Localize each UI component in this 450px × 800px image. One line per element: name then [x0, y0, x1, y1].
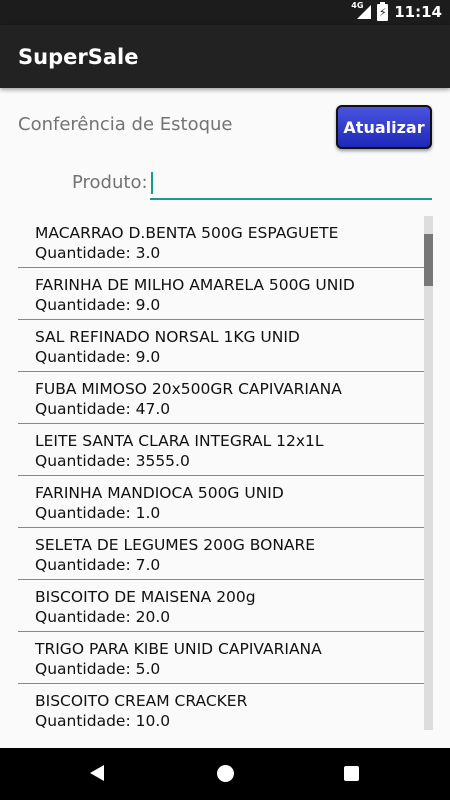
section-title: Conferência de Estoque — [18, 114, 233, 135]
product-name: TRIGO PARA KIBE UNID CAPIVARIANA — [35, 640, 322, 658]
list-item[interactable]: FUBA MIMOSO 20x500GR CAPIVARIANA Quantida… — [18, 372, 432, 424]
home-icon[interactable] — [217, 765, 234, 782]
product-quantity: Quantidade: 10.0 — [35, 712, 171, 730]
status-time: 11:14 — [394, 3, 442, 21]
app-title: SuperSale — [18, 45, 139, 69]
product-quantity: Quantidade: 3.0 — [35, 244, 161, 262]
list-item[interactable]: FARINHA DE MILHO AMARELA 500G UNID Quanti… — [18, 268, 432, 320]
list-item[interactable]: MACARRAO D.BENTA 500G ESPAGUETE Quantidad… — [18, 216, 432, 268]
product-name: BISCOITO DE MAISENA 200g — [35, 588, 256, 606]
product-name: LEITE SANTA CLARA INTEGRAL 12x1L — [35, 432, 324, 450]
refresh-button[interactable]: Atualizar — [336, 105, 432, 149]
product-quantity: Quantidade: 9.0 — [35, 348, 161, 366]
list-item[interactable]: SELETA DE LEGUMES 200G BONARE Quantidade:… — [18, 528, 432, 580]
product-quantity: Quantidade: 47.0 — [35, 400, 171, 418]
app-bar: SuperSale — [0, 25, 450, 88]
recent-apps-icon[interactable] — [344, 766, 359, 781]
product-quantity: Quantidade: 9.0 — [35, 296, 161, 314]
status-icons: 4G ⚡ 11:14 — [351, 1, 442, 21]
status-bar: 4G ⚡ 11:14 — [0, 0, 450, 25]
product-list[interactable]: MACARRAO D.BENTA 500G ESPAGUETE Quantidad… — [18, 216, 432, 730]
scrollbar-thumb[interactable] — [424, 234, 433, 286]
product-name: BISCOITO CREAM CRACKER — [35, 692, 248, 710]
list-item[interactable]: BISCOITO DE MAISENA 200g Quantidade: 20.0 — [18, 580, 432, 632]
product-quantity: Quantidade: 20.0 — [35, 608, 171, 626]
product-name: FARINHA DE MILHO AMARELA 500G UNID — [35, 276, 355, 294]
list-item[interactable]: TRIGO PARA KIBE UNID CAPIVARIANA Quantida… — [18, 632, 432, 684]
battery-charging-icon: ⚡ — [377, 1, 389, 21]
product-quantity: Quantidade: 5.0 — [35, 660, 161, 678]
product-name: FARINHA MANDIOCA 500G UNID — [35, 484, 284, 502]
product-quantity: Quantidade: 7.0 — [35, 556, 161, 574]
list-item[interactable]: LEITE SANTA CLARA INTEGRAL 12x1L Quantida… — [18, 424, 432, 476]
text-cursor — [151, 172, 153, 194]
back-icon[interactable] — [90, 765, 104, 781]
product-label: Produto: — [72, 172, 148, 193]
product-name: SAL REFINADO NORSAL 1KG UNID — [35, 328, 300, 346]
product-name: SELETA DE LEGUMES 200G BONARE — [35, 536, 316, 554]
signal-icon: 4G — [351, 1, 372, 20]
list-item[interactable]: SAL REFINADO NORSAL 1KG UNID Quantidade: … — [18, 320, 432, 372]
product-name: MACARRAO D.BENTA 500G ESPAGUETE — [35, 224, 339, 242]
network-type: 4G — [351, 1, 364, 10]
list-item[interactable]: FARINHA MANDIOCA 500G UNID Quantidade: 1.… — [18, 476, 432, 528]
product-search-input[interactable] — [150, 168, 432, 200]
product-name: FUBA MIMOSO 20x500GR CAPIVARIANA — [35, 380, 342, 398]
product-quantity: Quantidade: 1.0 — [35, 504, 161, 522]
list-item[interactable]: BISCOITO CREAM CRACKER Quantidade: 10.0 — [18, 684, 432, 730]
scrollbar-track[interactable] — [424, 216, 433, 730]
product-quantity: Quantidade: 3555.0 — [35, 452, 190, 470]
